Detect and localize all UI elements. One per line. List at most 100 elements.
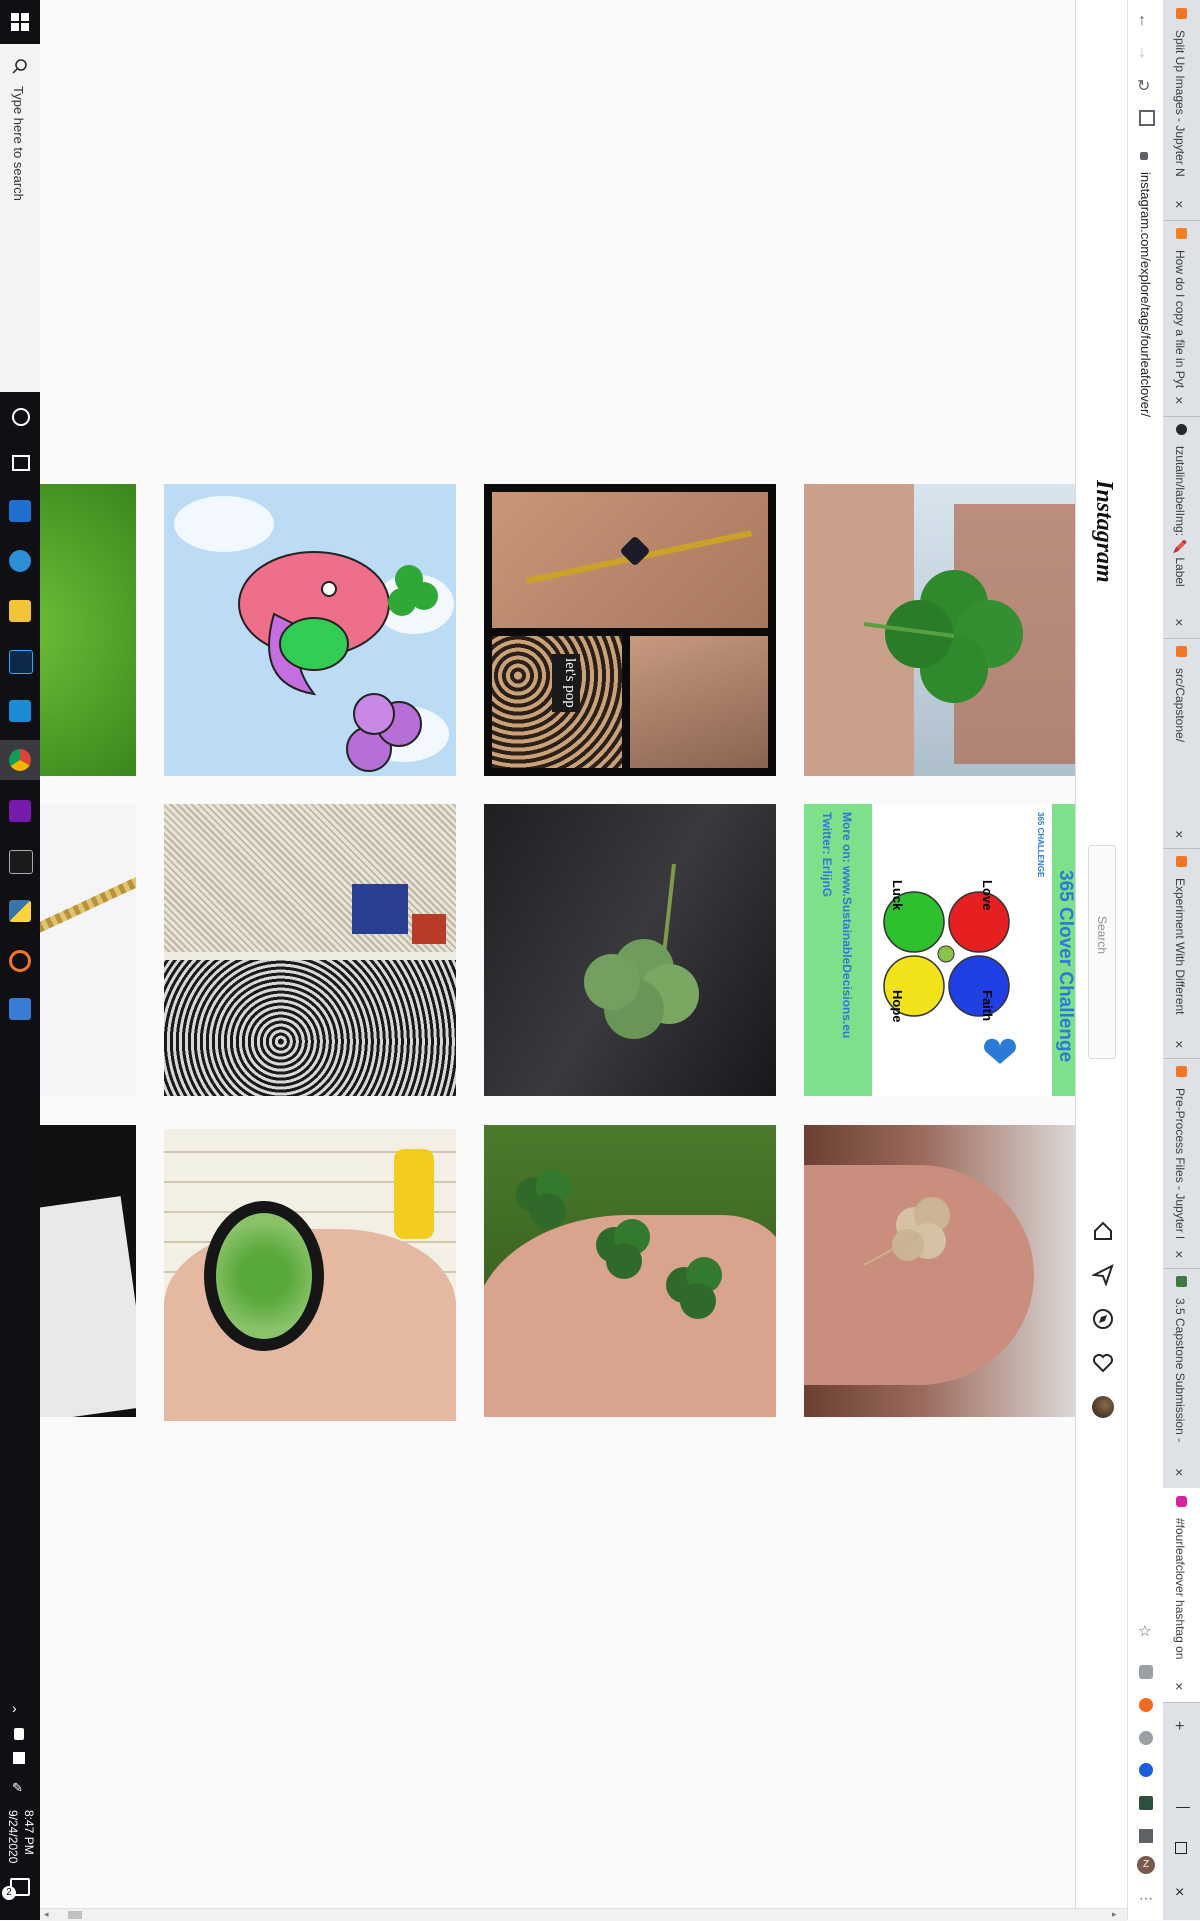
instagram-logo[interactable]: Instagram [1090,480,1117,583]
tab-strip: Split Up Images - Jupyter N × How do I c… [1163,0,1200,1920]
tab-src-capstone[interactable]: src/Capstone/ × [1163,638,1200,849]
card-text: let's pop [552,654,580,712]
tab-label: 3.5 Capstone Submission - [1173,1298,1187,1443]
reload-icon[interactable]: ↻ [1137,76,1150,96]
close-tab-icon[interactable]: × [1175,392,1183,408]
instagram-favicon-icon [1176,1496,1187,1507]
grammarly-icon[interactable] [1139,1665,1153,1679]
ghostery-icon[interactable] [1139,1731,1153,1745]
post-grass[interactable] [40,484,136,776]
github-favicon-icon [1176,424,1187,435]
taskbar: Type here to search › ✎ 8:47 PM 9/24/202… [0,0,41,1920]
home-button-icon[interactable] [1139,110,1155,126]
post-dried-clover-hand[interactable] [804,1125,1075,1417]
taskbar-search-box[interactable]: Type here to search [0,44,41,392]
windows-start-icon[interactable] [10,12,30,32]
post-clover-held-sky[interactable] [804,484,1075,776]
tab-pre-process-files[interactable]: Pre-Process Files - Jupyter N × [1163,1058,1200,1269]
jupyter-favicon-icon [1176,8,1187,19]
network-icon[interactable] [14,1728,24,1740]
new-tab-icon[interactable]: + [1175,1718,1184,1736]
explore-compass-icon[interactable] [1092,1308,1114,1335]
address-bar[interactable]: instagram.com/explore/tags/fourleafclove… [1132,148,1158,1618]
maximize-icon[interactable] [1175,1842,1187,1854]
profile-z-icon[interactable]: Z [1137,1856,1155,1874]
close-tab-icon[interactable]: × [1175,196,1183,212]
clock-date[interactable]: 9/24/2020 [6,1810,20,1863]
jupyter-icon[interactable] [9,950,31,972]
poster-word-love: Love [980,880,995,911]
instagram-search-input[interactable]: Search [1088,845,1116,1059]
tab-copy-file-python[interactable]: How do I copy a file in Pyth × [1163,220,1200,417]
photoshop-icon[interactable] [9,650,33,674]
dropbox-icon[interactable] [13,1752,25,1764]
url-text: instagram.com/explore/tags/fourleafclove… [1138,172,1153,417]
tab-experiment-different[interactable]: Experiment With Different × [1163,848,1200,1059]
star-icon[interactable]: ☆ [1138,1622,1151,1640]
cortana-icon[interactable] [12,408,30,426]
task-view-icon[interactable] [12,455,30,471]
file-explorer-icon[interactable] [9,600,31,622]
post-challenge-poster[interactable]: More on: www.SustainableDecisions.eu Twi… [804,804,1075,1096]
pen-icon[interactable]: ✎ [12,1780,23,1796]
tab-split-up-images[interactable]: Split Up Images - Jupyter N × [1163,0,1200,221]
tab-labelimg[interactable]: tzutalin/labelImg: 🖍️ Label × [1163,416,1200,639]
profile-avatar-icon[interactable] [1092,1396,1114,1418]
calculator-icon[interactable] [9,998,31,1020]
chrome-icon[interactable] [9,749,31,771]
post-clovers-on-fingers[interactable] [484,1125,776,1417]
close-tab-icon[interactable]: × [1175,1246,1183,1262]
close-tab-icon[interactable]: × [1175,614,1183,630]
edge-icon[interactable] [9,550,31,572]
direct-message-icon[interactable] [1090,1264,1114,1291]
tag-assistant-icon[interactable] [1139,1796,1153,1810]
browser-toolbar: ↑ ↓ ↻ instagram.com/explore/tags/fourlea… [1127,0,1164,1920]
close-tab-icon[interactable]: × [1175,1464,1183,1480]
activity-heart-icon[interactable] [1092,1352,1114,1379]
close-tab-icon[interactable]: × [1175,826,1183,842]
chevron-up-icon[interactable]: › [12,1700,17,1716]
close-tab-icon[interactable]: × [1175,1036,1183,1052]
search-placeholder: Search [1095,916,1109,955]
post-clover-on-wood[interactable] [484,804,776,1096]
scroll-thumb[interactable] [68,1911,82,1919]
tab-fourleafclover-instagram[interactable]: #fourleafclover hashtag on × [1163,1488,1200,1703]
post-sketch[interactable] [164,804,456,1096]
notification-badge: 2 [2,1886,16,1900]
search-icon [12,58,28,79]
terminal-icon[interactable] [9,850,33,874]
tab-capstone-submission[interactable]: 3.5 Capstone Submission - × [1163,1268,1200,1489]
python-icon[interactable] [9,900,31,922]
springboard-favicon-icon [1176,1276,1187,1287]
forward-icon[interactable]: ↓ [1138,44,1146,62]
extensions-puzzle-icon[interactable] [1139,1829,1153,1843]
close-window-icon[interactable]: × [1175,1884,1184,1902]
vscode-icon[interactable] [9,700,31,722]
tab-label: Split Up Images - Jupyter N [1173,30,1187,177]
tab-label: tzutalin/labelImg: 🖍️ Label [1173,446,1187,587]
jupyter-favicon-icon [1176,1066,1187,1077]
tab-label: #fourleafclover hashtag on [1173,1518,1187,1660]
clock-time[interactable]: 8:47 PM [22,1810,36,1855]
onenote-icon[interactable] [9,800,31,822]
menu-dots-icon[interactable]: ⋯ [1139,1890,1153,1907]
bitwarden-icon[interactable] [1139,1763,1153,1777]
post-chain[interactable] [40,804,136,1096]
scroll-left-arrow-icon[interactable]: ◂ [44,1909,49,1920]
horizontal-scrollbar[interactable]: ◂ ▸ [40,1908,1127,1921]
close-tab-icon[interactable]: × [1175,1678,1183,1694]
poster-word-faith: Faith [980,990,995,1022]
tab-label: src/Capstone/ [1173,668,1187,743]
store-icon[interactable] [9,500,31,522]
post-bird-illustration[interactable] [164,484,456,776]
post-bracelet-collage[interactable]: let's pop [484,484,776,776]
tab-label: How do I copy a file in Pyth [1173,250,1187,388]
post-pendant[interactable] [164,1129,456,1421]
scroll-right-arrow-icon[interactable]: ▸ [1112,1909,1117,1920]
home-icon[interactable] [1092,1220,1114,1247]
post-paper[interactable] [40,1125,136,1417]
minimize-icon[interactable]: — [1176,1798,1190,1814]
tab-label: Pre-Process Files - Jupyter N [1173,1088,1187,1238]
back-icon[interactable]: ↑ [1138,12,1146,30]
ublock-icon[interactable] [1139,1698,1153,1712]
